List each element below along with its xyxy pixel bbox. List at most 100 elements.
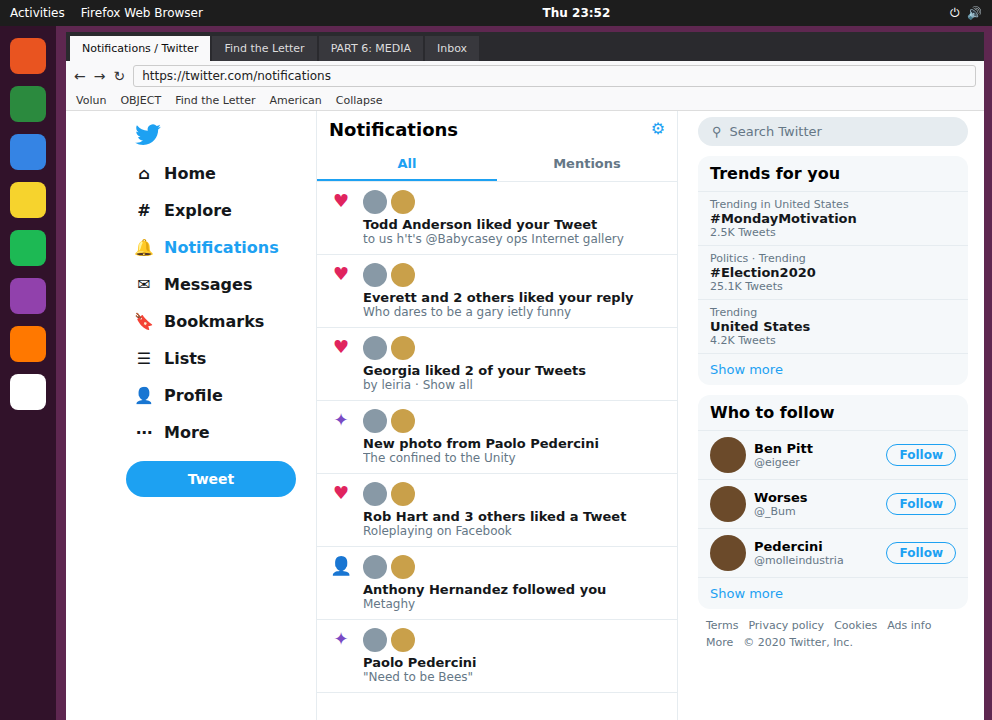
follow-button[interactable]: Follow: [886, 493, 956, 515]
nav-icon: ⌂: [134, 164, 154, 183]
nav-item[interactable]: # Explore: [126, 194, 296, 227]
notification[interactable]: ♥ Everett and 2 others liked your reply …: [317, 255, 677, 328]
twitter-page: ⌂ Home # Explore 🔔 Notifications ✉ Messages…: [66, 111, 984, 720]
notification[interactable]: ✦ Paolo Pedercini "Need to be Bees": [317, 620, 677, 693]
footer-link[interactable]: Privacy policy: [748, 619, 824, 632]
avatar[interactable]: [391, 409, 415, 433]
avatar-row: [363, 336, 586, 360]
footer-link[interactable]: Cookies: [834, 619, 877, 632]
bird-icon[interactable]: [134, 121, 162, 149]
nav-item[interactable]: ⌂ Home: [126, 157, 296, 190]
activities-button[interactable]: Activities: [10, 6, 65, 20]
bookmark[interactable]: OBJECT: [120, 94, 161, 107]
side-nav: ⌂ Home # Explore 🔔 Notifications ✉ Messages…: [126, 111, 296, 720]
avatar[interactable]: [363, 555, 387, 579]
nav-item[interactable]: 🔖 Bookmarks: [126, 305, 296, 338]
notifications-feed: Notifications ⚙ AllMentions ♥ Todd Ander…: [316, 111, 678, 720]
show-more-link[interactable]: Show more: [698, 354, 968, 385]
footer-link[interactable]: Ads info: [887, 619, 931, 632]
app-icon[interactable]: [10, 182, 46, 218]
avatar-row: [363, 628, 477, 652]
app-icon[interactable]: [10, 38, 46, 74]
trend-item[interactable]: Trending in United States #MondayMotivat…: [698, 192, 968, 246]
nav-item[interactable]: ✉ Messages: [126, 268, 296, 301]
avatar-row: [363, 263, 634, 287]
reload-icon[interactable]: ↻: [113, 68, 125, 84]
footer-link[interactable]: © 2020 Twitter, Inc.: [743, 636, 853, 649]
trends-card: Trends for you Trending in United States…: [698, 156, 968, 385]
nav-icon: 🔖: [134, 312, 154, 331]
avatar[interactable]: [710, 535, 746, 571]
system-tray[interactable]: ⏻🔊: [950, 6, 982, 20]
forward-icon[interactable]: →: [94, 68, 106, 84]
notification[interactable]: ✦ New photo from Paolo Pedercini The con…: [317, 401, 677, 474]
app-icon[interactable]: [10, 86, 46, 122]
desktop: Activities Firefox Web Browser Thu 23:52…: [0, 0, 992, 720]
notification[interactable]: ♥ Todd Anderson liked your Tweet to us h…: [317, 182, 677, 255]
app-menu[interactable]: Firefox Web Browser: [81, 6, 203, 20]
avatar[interactable]: [391, 190, 415, 214]
url-bar[interactable]: https://twitter.com/notifications: [133, 65, 976, 87]
trend-item[interactable]: Politics · Trending #Election2020 25.1K …: [698, 246, 968, 300]
show-more-link[interactable]: Show more: [698, 578, 968, 609]
notification[interactable]: ♥ Georgia liked 2 of your Tweets by leir…: [317, 328, 677, 401]
photo-icon: ✦: [329, 628, 353, 684]
app-icon[interactable]: [10, 230, 46, 266]
browser-tab[interactable]: Find the Letter: [212, 36, 316, 61]
avatar[interactable]: [363, 190, 387, 214]
avatar[interactable]: [363, 482, 387, 506]
tray-icon[interactable]: ⏻: [950, 6, 959, 20]
bookmark[interactable]: American: [269, 94, 321, 107]
avatar[interactable]: [363, 263, 387, 287]
footer-link[interactable]: More: [706, 636, 733, 649]
tweet-button[interactable]: Tweet: [126, 461, 296, 497]
browser-tab[interactable]: Notifications / Twitter: [70, 36, 210, 61]
app-icon[interactable]: [10, 374, 46, 410]
search-icon: ⚲: [712, 124, 722, 139]
nav-icon: 🔔: [134, 238, 154, 257]
avatar[interactable]: [363, 336, 387, 360]
notification[interactable]: 👤 Anthony Hernandez followed you Metaghy: [317, 547, 677, 620]
follow-suggestion[interactable]: Ben Pitt @eigeer Follow: [698, 431, 968, 480]
avatar[interactable]: [391, 263, 415, 287]
avatar[interactable]: [391, 628, 415, 652]
app-icon[interactable]: [10, 326, 46, 362]
bookmark[interactable]: Volun: [76, 94, 106, 107]
app-icon[interactable]: [10, 134, 46, 170]
avatar[interactable]: [710, 437, 746, 473]
avatar[interactable]: [363, 409, 387, 433]
app-icon[interactable]: [10, 278, 46, 314]
gear-icon[interactable]: ⚙: [651, 119, 665, 140]
back-icon[interactable]: ←: [74, 68, 86, 84]
follow-suggestion[interactable]: Worses @_Bum Follow: [698, 480, 968, 529]
follow-button[interactable]: Follow: [886, 444, 956, 466]
browser-tab[interactable]: PART 6: MEDIA: [319, 36, 423, 61]
feed-tab[interactable]: Mentions: [497, 148, 677, 181]
bookmark[interactable]: Collapse: [336, 94, 383, 107]
follow-button[interactable]: Follow: [886, 542, 956, 564]
bookmark[interactable]: Find the Letter: [175, 94, 255, 107]
search-field[interactable]: ⚲ Search Twitter: [698, 117, 968, 146]
nav-item[interactable]: ☰ Lists: [126, 342, 296, 375]
nav-icon: ⋯: [134, 423, 154, 442]
tray-icon[interactable]: 🔊: [967, 6, 982, 20]
bookmarks-bar: Volun OBJECT Find the Letter American Collap…: [66, 91, 984, 111]
nav-item[interactable]: 🔔 Notifications: [126, 231, 296, 264]
avatar[interactable]: [391, 482, 415, 506]
browser-tab[interactable]: Inbox: [425, 36, 479, 61]
browser-window: Notifications / TwitterFind the LetterPA…: [66, 32, 984, 720]
clock[interactable]: Thu 23:52: [543, 6, 611, 20]
nav-icon: 👤: [134, 386, 154, 405]
nav-item[interactable]: 👤 Profile: [126, 379, 296, 412]
avatar[interactable]: [391, 336, 415, 360]
follow-suggestion[interactable]: Pedercini @molleindustria Follow: [698, 529, 968, 578]
feed-tab[interactable]: All: [317, 148, 497, 181]
avatar[interactable]: [363, 628, 387, 652]
notification[interactable]: ♥ Rob Hart and 3 others liked a Tweet Ro…: [317, 474, 677, 547]
nav-item[interactable]: ⋯ More: [126, 416, 296, 449]
footer-link[interactable]: Terms: [706, 619, 738, 632]
trend-item[interactable]: Trending United States 4.2K Tweets: [698, 300, 968, 354]
dock: [0, 26, 56, 720]
avatar[interactable]: [391, 555, 415, 579]
avatar[interactable]: [710, 486, 746, 522]
